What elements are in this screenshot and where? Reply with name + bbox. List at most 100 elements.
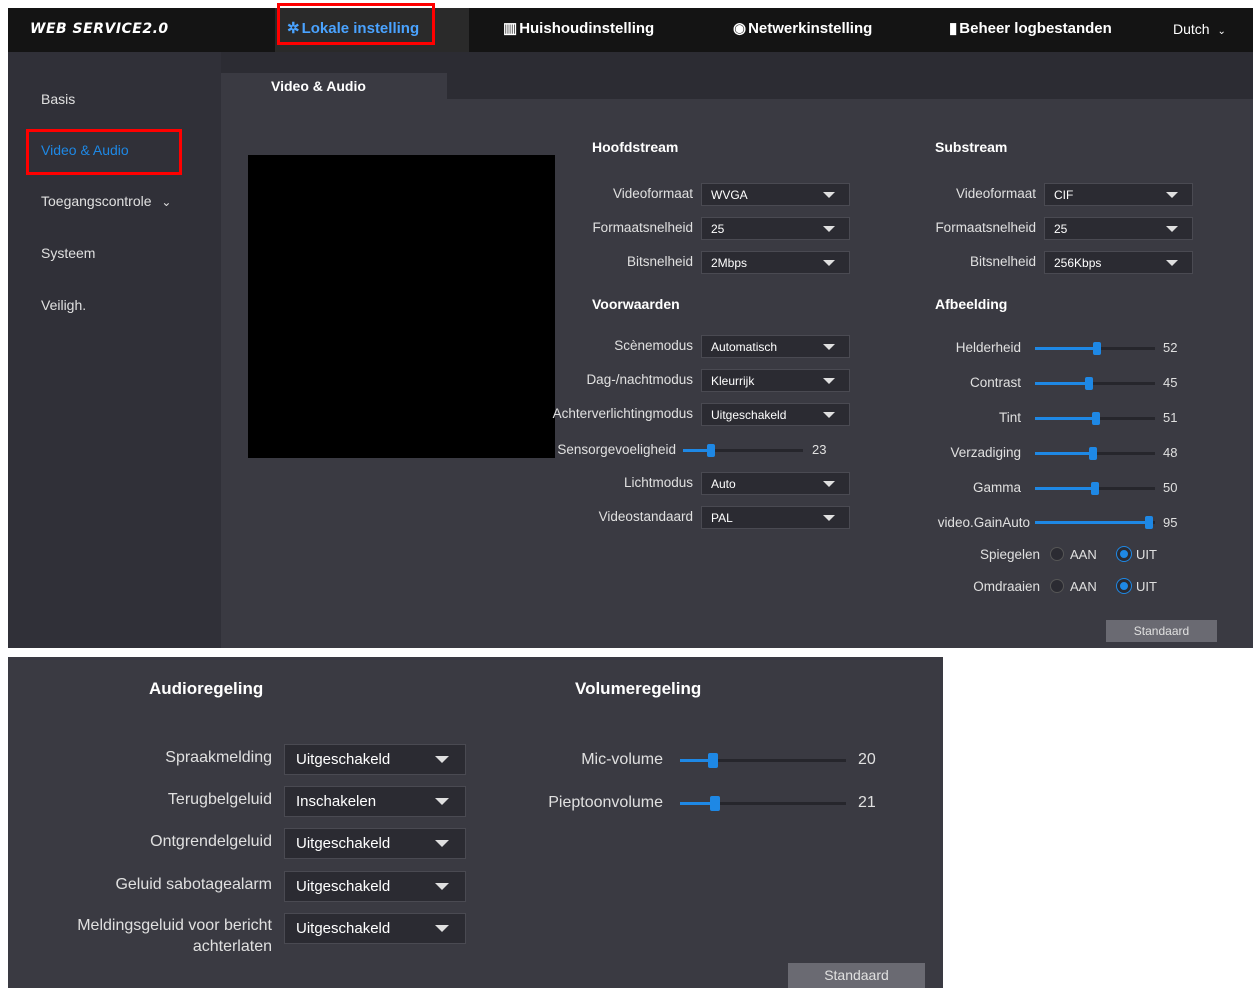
select-value: 25 [711,222,725,236]
nav-netwerkinstelling-tab[interactable]: ◉ Netwerkinstelling [733,8,872,52]
sensitivity-value: 23 [812,442,827,457]
slider-fill [1035,347,1098,350]
voice-prompt-label: Spraakmelding [165,749,272,766]
video-default-button[interactable]: Standaard [1106,620,1217,642]
gamma-slider[interactable] [1035,482,1155,495]
slider-handle[interactable] [1091,482,1099,495]
mirror-label: Spiegelen [979,547,1040,562]
tint-value: 51 [1163,410,1178,425]
slider-handle[interactable] [706,444,715,457]
scene-mode-select[interactable]: Automatisch [701,335,850,358]
beep-volume-slider[interactable] [680,796,846,811]
nav-lokale-instelling-tab[interactable]: ✲ Lokale instelling [275,3,469,52]
sensitivity-slider[interactable] [683,444,803,457]
substream-bitsnelheid-label: Bitsnelheid [969,254,1036,269]
select-value: Uitgeschakeld [711,408,787,422]
light-mode-label: Lichtmodus [623,475,693,490]
leave-message-sound-select[interactable]: Uitgeschakeld [284,913,466,944]
audio-default-button[interactable]: Standaard [788,963,925,988]
nav-label: Netwerkinstelling [748,20,873,37]
brightness-slider[interactable] [1035,342,1155,355]
mainstream-bitsnelheid-select[interactable]: 2Mbps [701,251,850,274]
sensitivity-label: Sensorgevoeligheid [557,442,676,457]
tamper-alarm-sound-select[interactable]: Uitgeschakeld [284,871,466,902]
mainstream-bitsnelheid-label: Bitsnelheid [626,254,693,269]
select-value: Uitgeschakeld [296,920,391,937]
callback-sound-select[interactable]: Inschakelen [284,786,466,817]
mainstream-videoformaat-select[interactable]: WVGA [701,183,850,206]
sidebar-item-systeem[interactable]: Systeem [41,245,95,261]
flip-off-radio[interactable] [1117,579,1131,593]
dropdown-arrow-icon [435,925,449,932]
nav-label-wrap: ✲ Lokale instelling [287,8,419,50]
select-value: Inschakelen [296,793,377,810]
unlock-sound-select[interactable]: Uitgeschakeld [284,828,466,859]
dropdown-arrow-icon [823,260,835,266]
saturation-slider[interactable] [1035,447,1155,460]
nav-beheer-logbestanden-tab[interactable]: ▮ Beheer logbestanden [949,8,1112,52]
language-selector[interactable]: Dutch ⌄ [1173,21,1226,37]
slider-handle[interactable] [1085,377,1093,390]
leave-message-sound-label: Meldingsgeluid voor bericht achterlaten [20,917,272,956]
slider-fill [1035,417,1097,420]
slider-handle[interactable] [1092,412,1101,425]
gain-auto-value: 95 [1163,515,1178,530]
substream-title: Substream [935,139,1008,155]
slider-handle[interactable] [1145,516,1153,529]
contrast-slider[interactable] [1035,377,1155,390]
substream-formaatsnelheid-select[interactable]: 25 [1044,217,1193,240]
backlight-select[interactable]: Uitgeschakeld [701,403,850,426]
dropdown-arrow-icon [435,883,449,890]
building-icon: ▥ [503,20,518,37]
nav-label: Huishoudinstelling [519,20,655,37]
gain-auto-slider[interactable] [1035,516,1155,529]
select-value: CIF [1054,188,1074,202]
mirror-off-radio[interactable] [1117,547,1131,561]
nav-huishoudinstelling-tab[interactable]: ▥ Huishoudinstelling [503,8,654,52]
light-mode-select[interactable]: Auto [701,472,850,495]
sidebar-item-veiligh[interactable]: Veiligh. [41,297,86,313]
select-value: 2Mbps [711,256,748,270]
dropdown-arrow-icon [823,192,835,198]
voice-prompt-select[interactable]: Uitgeschakeld [284,744,466,775]
slider-handle[interactable] [708,753,719,768]
dropdown-arrow-icon [1166,260,1178,266]
sidebar-item-video-audio[interactable]: Video & Audio [41,142,129,158]
gear-icon: ✲ [287,20,300,37]
slider-fill [1035,487,1095,490]
day-night-label: Dag-/nachtmodus [586,372,693,387]
brightness-value: 52 [1163,340,1178,355]
mainstream-formaatsnelheid-select[interactable]: 25 [701,217,850,240]
sidebar-item-toegangscontrole[interactable]: Toegangscontrole ⌄ [41,193,171,209]
substream-bitsnelheid-select[interactable]: 256Kbps [1044,251,1193,274]
select-value: Kleurrijk [711,374,755,388]
slider-handle[interactable] [1088,447,1097,460]
tint-slider[interactable] [1035,412,1155,425]
dropdown-arrow-icon [823,515,835,521]
sidebar-item-basis[interactable]: Basis [41,91,75,107]
flip-off-label: UIT [1136,579,1157,594]
slider-handle[interactable] [709,796,720,811]
flip-on-label: AAN [1070,579,1097,594]
mirror-on-radio[interactable] [1050,547,1064,561]
day-night-select[interactable]: Kleurrijk [701,369,850,392]
substream-videoformaat-label: Videoformaat [955,186,1036,201]
tab-video-audio[interactable]: Video & Audio [221,73,447,99]
video-standard-select[interactable]: PAL [701,506,850,529]
select-value: Uitgeschakeld [296,878,391,895]
mic-volume-slider[interactable] [680,753,846,768]
sidebar-item-label: Toegangscontrole [41,193,152,209]
app-logo: WEB SERVICE2.0 [30,21,169,37]
unlock-sound-label: Ontgrendelgeluid [150,833,272,850]
slider-handle[interactable] [1093,342,1102,355]
dropdown-arrow-icon [435,840,449,847]
flip-on-radio[interactable] [1050,579,1064,593]
top-navigation-bar: WEB SERVICE2.0 ✲ Lokale instelling ▥ Huish… [8,3,1253,52]
select-value: Auto [711,477,736,491]
tamper-alarm-sound-label: Geluid sabotagealarm [115,876,272,893]
select-value: PAL [711,511,733,525]
substream-videoformaat-select[interactable]: CIF [1044,183,1193,206]
label-line-2: achterlaten [192,938,272,955]
audio-title: Audioregeling [149,679,264,698]
gamma-label: Gamma [972,480,1021,495]
